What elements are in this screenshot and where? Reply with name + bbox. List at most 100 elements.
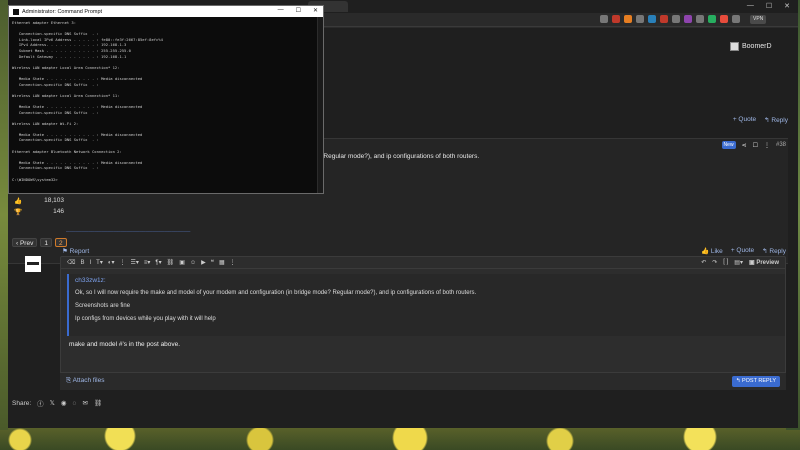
extension-icon[interactable] bbox=[612, 15, 620, 23]
emoji-icon[interactable]: ☺ bbox=[190, 260, 196, 266]
extension-icon[interactable] bbox=[720, 15, 728, 23]
link-icon[interactable]: ⛓ bbox=[167, 259, 175, 266]
thumbs-up-icon: 👍 bbox=[700, 248, 710, 255]
share-label: Share: bbox=[12, 399, 32, 407]
cmd-title: Administrator: Command Prompt bbox=[22, 8, 103, 15]
undo-icon[interactable]: ↶ bbox=[701, 259, 706, 266]
facebook-icon[interactable]: ⓕ bbox=[37, 398, 44, 408]
extension-icon[interactable] bbox=[636, 15, 644, 23]
preview-icon: ▣ bbox=[748, 260, 755, 266]
italic-icon[interactable]: I bbox=[90, 260, 92, 266]
quote-icon[interactable]: ❝ bbox=[211, 259, 214, 266]
attach-files-button[interactable]: ⎘ Attach files bbox=[66, 377, 104, 385]
cmd-line: C:\WINDOWS\system32> bbox=[12, 176, 58, 182]
like-button[interactable]: 👍 Like bbox=[701, 247, 723, 255]
close-icon[interactable]: ✕ bbox=[313, 7, 318, 14]
extension-icons bbox=[600, 15, 740, 23]
quote-button[interactable]: + Quote bbox=[733, 116, 756, 124]
new-badge: New bbox=[721, 141, 736, 149]
x-icon[interactable]: 𝕏 bbox=[50, 399, 55, 407]
image-icon[interactable]: ▣ bbox=[179, 259, 185, 266]
stat-value: 146 bbox=[53, 208, 64, 215]
maximize-icon[interactable]: ☐ bbox=[296, 7, 301, 14]
extension-icon[interactable] bbox=[624, 15, 632, 23]
quote-line: Screenshots are fine bbox=[75, 303, 131, 309]
user-menu[interactable]: BoomerD bbox=[730, 42, 772, 51]
extension-icon[interactable] bbox=[684, 15, 692, 23]
table-icon[interactable]: ▦ bbox=[219, 259, 225, 266]
minimize-icon[interactable]: — bbox=[278, 7, 284, 14]
bbcode-icon[interactable]: [ ] bbox=[723, 259, 728, 266]
avatar bbox=[730, 42, 739, 51]
extension-icon[interactable] bbox=[648, 15, 656, 23]
quote-line: Ip configs from devices while you play w… bbox=[75, 316, 216, 322]
vpn-button[interactable]: VPN bbox=[750, 15, 767, 24]
eraser-icon[interactable]: ⌫ bbox=[67, 259, 75, 266]
stat-row: 🏆 146 bbox=[14, 206, 64, 217]
cmd-scrollbar[interactable] bbox=[317, 17, 323, 193]
text-size-icon[interactable]: T▾ bbox=[96, 259, 103, 266]
prev-page-button[interactable]: ‹ Prev bbox=[12, 238, 38, 247]
extension-icon[interactable] bbox=[732, 15, 740, 23]
page-1-button[interactable]: 1 bbox=[40, 238, 52, 247]
post-actions: 👍 Like + Quote ↰ Reply bbox=[701, 247, 786, 255]
email-icon[interactable]: ✉ bbox=[82, 399, 87, 407]
extension-icon[interactable] bbox=[708, 15, 716, 23]
more-icon[interactable]: ⋮ bbox=[230, 259, 236, 266]
quote-author[interactable]: ch33zw1z: bbox=[75, 277, 779, 284]
editor-toolbar: ⌫ B I T▾ ◐▾ ⋮ ☰▾ ≡▾ ¶▾ ⛓ ▣ ☺ ▶ ❝ ▦ ⋮ ↶ ↷ bbox=[61, 257, 785, 269]
reddit-icon[interactable]: ◉ bbox=[61, 399, 67, 407]
wallpaper-left-edge bbox=[0, 0, 8, 430]
reply-button[interactable]: ↰ Reply bbox=[764, 116, 788, 124]
post-number[interactable]: #38 bbox=[776, 142, 786, 148]
list-icon[interactable]: ☰▾ bbox=[131, 259, 139, 266]
close-icon[interactable]: ✕ bbox=[784, 2, 790, 10]
cmd-output[interactable]: Ethernet adapter Ethernet 3: Connection-… bbox=[12, 20, 312, 188]
whatsapp-icon[interactable]: ◌ bbox=[73, 400, 77, 407]
cmd-window-controls: — ☐ ✕ bbox=[278, 7, 318, 14]
trophy-icon: 🏆 bbox=[14, 208, 23, 216]
extension-icon[interactable] bbox=[660, 15, 668, 23]
bold-icon[interactable]: B bbox=[80, 260, 84, 266]
link-icon[interactable]: ⛓ bbox=[94, 399, 102, 407]
report-button[interactable]: ⚑ Report bbox=[62, 247, 89, 255]
paperclip-icon: ⎘ bbox=[66, 377, 72, 384]
share-bar: Share: ⓕ 𝕏 ◉ ◌ ✉ ⛓ bbox=[12, 398, 102, 409]
page-2-button[interactable]: 2 bbox=[54, 238, 67, 247]
more-icon[interactable]: ⋮ bbox=[764, 142, 770, 149]
username: BoomerD bbox=[742, 43, 772, 50]
reply-editor[interactable]: ⌫ B I T▾ ◐▾ ⋮ ☰▾ ≡▾ ¶▾ ⛓ ▣ ☺ ▶ ❝ ▦ ⋮ ↶ ↷ bbox=[60, 256, 786, 388]
avatar bbox=[25, 256, 41, 272]
reply-text[interactable]: make and model #'s in the post above. bbox=[69, 341, 180, 348]
quote-button[interactable]: + Quote bbox=[731, 247, 754, 255]
terminal-icon bbox=[13, 8, 19, 15]
post-reply-button[interactable]: ↰ POST REPLY bbox=[731, 376, 780, 387]
bookmark-icon[interactable]: ☐ bbox=[753, 142, 758, 149]
more-options-icon[interactable]: ⋮ bbox=[120, 259, 126, 266]
maximize-icon[interactable]: ☐ bbox=[766, 2, 772, 10]
stat-value: 18,103 bbox=[44, 197, 64, 204]
cmd-titlebar[interactable]: Administrator: Command Prompt — ☐ ✕ bbox=[9, 6, 323, 17]
drafts-icon[interactable]: ▤▾ bbox=[734, 259, 743, 266]
stat-row: 👍 18,103 bbox=[14, 195, 64, 206]
extension-icon[interactable] bbox=[672, 15, 680, 23]
media-icon[interactable]: ▶ bbox=[201, 259, 206, 266]
quote-line: Ok, so I will now require the make and m… bbox=[75, 290, 477, 296]
post-body: ? Regular mode?), and ip configurations … bbox=[318, 153, 480, 160]
quote-block: ch33zw1z: Ok, so I will now require the … bbox=[67, 274, 785, 336]
extension-icon[interactable] bbox=[696, 15, 704, 23]
pagination: ‹ Prev 1 2 bbox=[12, 238, 67, 247]
command-prompt-window[interactable]: Administrator: Command Prompt — ☐ ✕ Ethe… bbox=[8, 5, 324, 194]
extension-icon[interactable] bbox=[600, 15, 608, 23]
preview-button[interactable]: ▣ Preview bbox=[749, 259, 779, 266]
share-icon[interactable]: ⋖ bbox=[742, 142, 747, 149]
post-header: New ⋖ ☐ ⋮ #38 bbox=[721, 141, 786, 149]
reply-button[interactable]: ↰ Reply bbox=[762, 247, 786, 255]
minimize-icon[interactable]: — bbox=[747, 2, 754, 10]
redo-icon[interactable]: ↷ bbox=[712, 259, 717, 266]
signature-link[interactable]: ─────────────────────────────────────── bbox=[66, 229, 190, 234]
color-icon[interactable]: ◐▾ bbox=[108, 259, 115, 266]
paragraph-icon[interactable]: ¶▾ bbox=[155, 259, 161, 266]
align-icon[interactable]: ≡▾ bbox=[144, 259, 151, 266]
editor-footer: ⎘ Attach files ↰ POST REPLY bbox=[60, 372, 786, 390]
